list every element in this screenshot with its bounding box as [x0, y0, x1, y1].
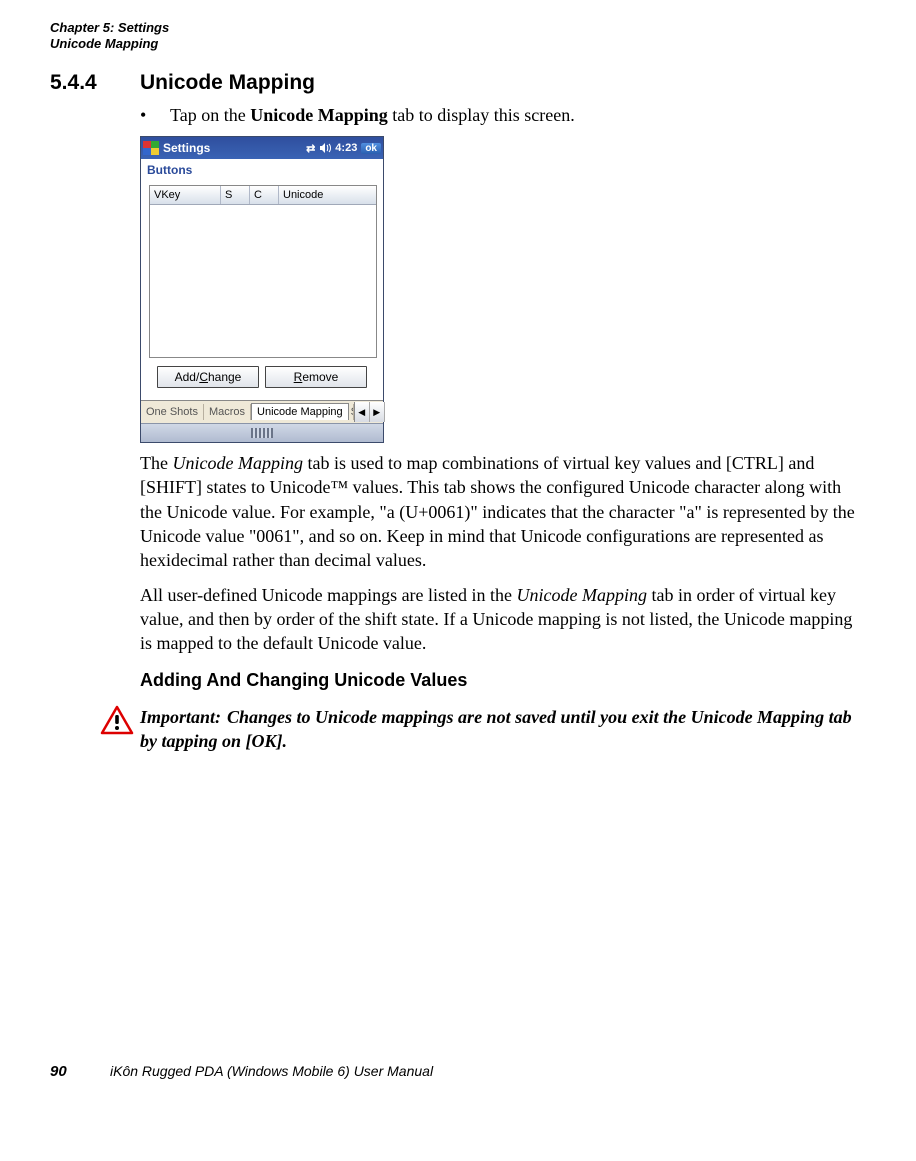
keyboard-icon [251, 428, 273, 438]
important-label: Important: [140, 705, 227, 729]
warning-icon [100, 705, 134, 740]
ss-titlebar: Settings ⇄ 4:23 ok [141, 137, 383, 159]
paragraph-2: All user-defined Unicode mappings are li… [140, 583, 866, 656]
screenshot-unicode-mapping: Settings ⇄ 4:23 ok Buttons VKey S C [140, 136, 384, 443]
col-c: C [250, 186, 279, 204]
col-vkey: VKey [150, 186, 221, 204]
tab-scroll-left-icon[interactable]: ◀ [355, 402, 370, 422]
ss-clock: 4:23 [335, 142, 357, 154]
tab-unicode-mapping[interactable]: Unicode Mapping [251, 403, 349, 420]
ss-applet-title: Buttons [141, 159, 383, 185]
important-note: Important:Changes to Unicode mappings ar… [100, 705, 866, 754]
manual-title: iKôn Rugged PDA (Windows Mobile 6) User … [110, 1063, 433, 1079]
page-number: 90 [50, 1063, 110, 1080]
running-header: Chapter 5: Settings Unicode Mapping [50, 20, 866, 51]
important-text: Important:Changes to Unicode mappings ar… [140, 705, 866, 754]
bullet-instruction: • Tap on the Unicode Mapping tab to disp… [140, 105, 866, 126]
sip-bar[interactable] [141, 423, 383, 442]
bullet-text: Tap on the Unicode Mapping tab to displa… [170, 105, 575, 126]
mapping-list: VKey S C Unicode [149, 185, 377, 358]
important-body: Changes to Unicode mappings are not save… [140, 707, 852, 751]
paragraph-1: The Unicode Mapping tab is used to map c… [140, 451, 866, 572]
chapter-line: Chapter 5: Settings [50, 20, 866, 36]
tab-one-shots[interactable]: One Shots [141, 404, 204, 420]
tab-macros[interactable]: Macros [204, 404, 251, 420]
section-heading: 5.4.4 Unicode Mapping [50, 71, 866, 95]
add-change-button[interactable]: Add/Change [157, 366, 259, 388]
list-header: VKey S C Unicode [150, 186, 376, 205]
section-number: 5.4.4 [50, 71, 140, 95]
bullet-marker: • [140, 105, 170, 126]
speaker-icon [319, 142, 331, 154]
col-unicode: Unicode [279, 186, 376, 204]
ss-tab-strip: One Shots Macros Unicode Mapping S ◀ ▶ [141, 400, 383, 423]
tab-scroll-right-icon[interactable]: ▶ [370, 402, 385, 422]
windows-flag-icon [143, 141, 159, 155]
network-icon: ⇄ [306, 142, 315, 155]
section-title: Unicode Mapping [140, 71, 315, 95]
subheading-adding-changing: Adding And Changing Unicode Values [140, 670, 866, 691]
ss-window-title: Settings [163, 141, 306, 155]
section-line: Unicode Mapping [50, 36, 866, 52]
ss-tray: ⇄ 4:23 ok [306, 142, 381, 155]
list-body-empty [150, 205, 376, 357]
footer: 90 iKôn Rugged PDA (Windows Mobile 6) Us… [50, 1063, 866, 1080]
ok-button[interactable]: ok [361, 143, 381, 154]
tab-scroll-arrows: ◀ ▶ [354, 402, 385, 422]
remove-button[interactable]: Remove [265, 366, 367, 388]
col-s: S [221, 186, 250, 204]
